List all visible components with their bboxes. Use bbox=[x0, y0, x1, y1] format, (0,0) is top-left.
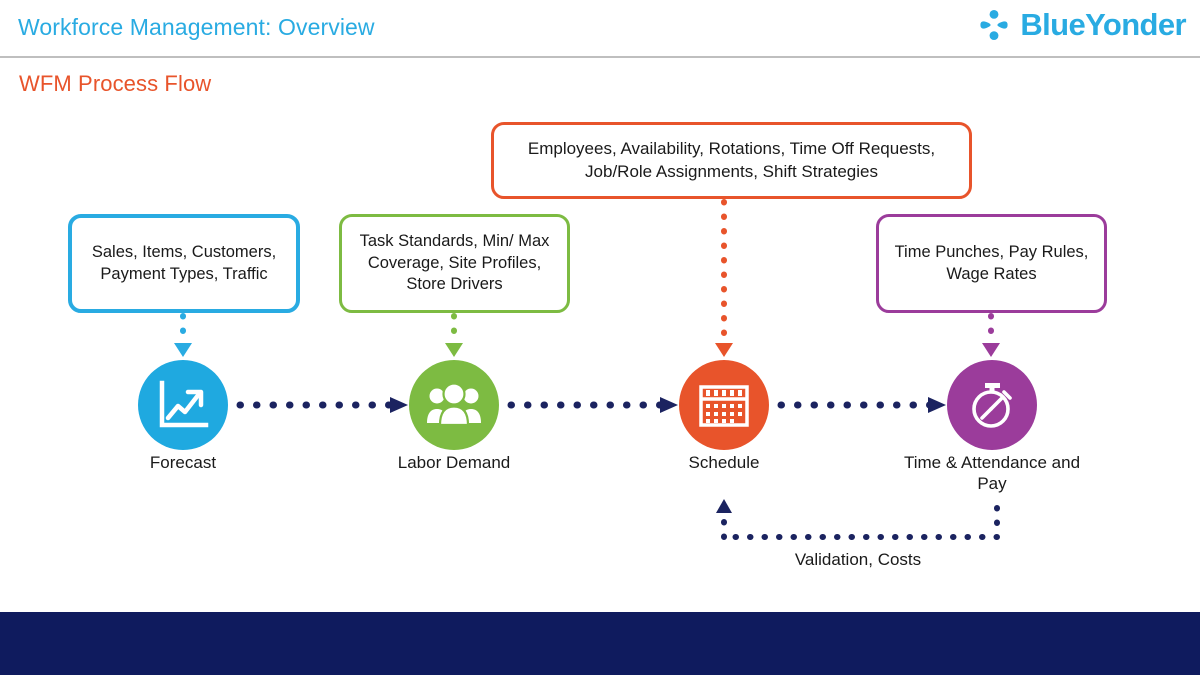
arrowhead-time-down bbox=[982, 343, 1000, 357]
node-forecast[interactable] bbox=[138, 360, 228, 450]
node-label-time-attendance: Time & Attendance and Pay bbox=[903, 453, 1081, 493]
node-labor-demand[interactable] bbox=[409, 360, 499, 450]
node-label-labor-demand: Labor Demand bbox=[397, 453, 511, 472]
input-box-forecast: Sales, Items, Customers, Payment Types, … bbox=[68, 214, 300, 313]
brand-logo: BlueYonder bbox=[977, 7, 1187, 42]
slide-root: Workforce Management: Overview BlueYonde… bbox=[0, 0, 1200, 675]
page-title: Workforce Management: Overview bbox=[18, 14, 375, 40]
node-label-schedule: Schedule bbox=[688, 453, 760, 472]
arrowhead-to-schedule bbox=[660, 397, 678, 413]
section-title: WFM Process Flow bbox=[19, 71, 212, 96]
arrowhead-to-time bbox=[928, 397, 946, 413]
arrowhead-schedule-down bbox=[715, 343, 733, 357]
node-label-forecast: Forecast bbox=[149, 453, 217, 472]
node-schedule[interactable] bbox=[679, 360, 769, 450]
brand-name: BlueYonder bbox=[1020, 7, 1186, 42]
process-flow-diagram: Employees, Availability, Rotations, Time… bbox=[0, 100, 1200, 612]
people-group-icon bbox=[427, 383, 481, 427]
arrowhead-to-labor bbox=[390, 397, 408, 413]
input-box-schedule: Employees, Availability, Rotations, Time… bbox=[491, 122, 972, 199]
slide-header: Workforce Management: Overview BlueYonde… bbox=[0, 0, 1200, 58]
arrowhead-labor-down bbox=[445, 343, 463, 357]
calendar-icon bbox=[699, 385, 749, 427]
input-box-labor-demand: Task Standards, Min/ Max Coverage, Site … bbox=[339, 214, 570, 313]
stopwatch-icon bbox=[972, 383, 1012, 428]
line-chart-growth-icon bbox=[159, 380, 209, 428]
blueyonder-petals-icon bbox=[980, 9, 1008, 41]
node-time-attendance[interactable] bbox=[947, 360, 1037, 450]
arrowhead-forecast-down bbox=[174, 343, 192, 357]
input-box-time-attendance: Time Punches, Pay Rules, Wage Rates bbox=[876, 214, 1107, 313]
player-toolbar: Copyright ©2022 Blue Yonder Group, Inc. … bbox=[0, 612, 1200, 675]
feedback-loop-label: Validation, Costs bbox=[794, 550, 922, 569]
arrowhead-feedback-to-schedule bbox=[716, 499, 732, 513]
